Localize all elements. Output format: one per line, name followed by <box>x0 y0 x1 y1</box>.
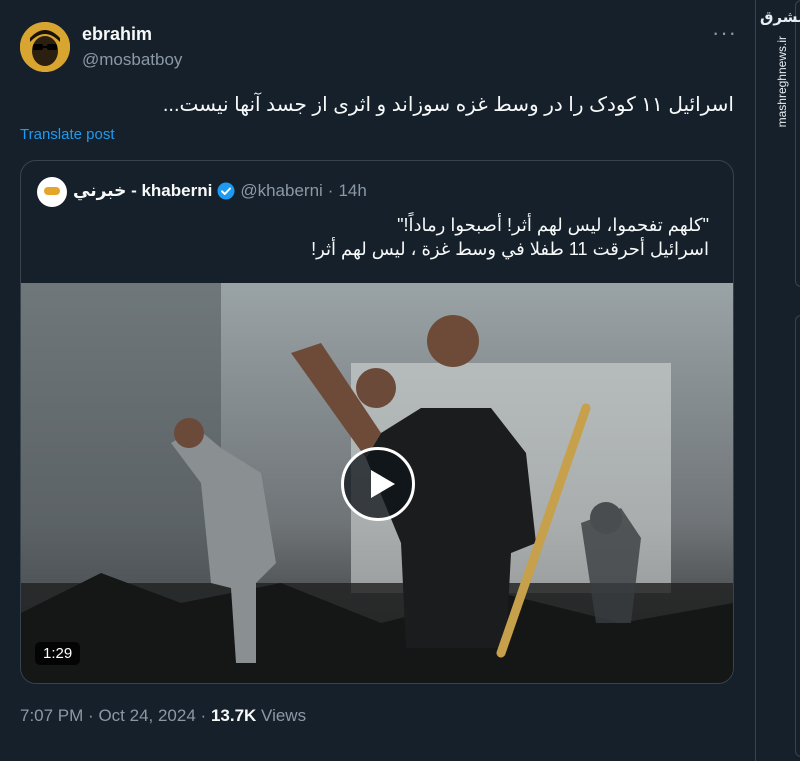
separator-dot: · <box>327 181 334 200</box>
timestamp-line: 7:07 PM · Oct 24, 2024 · 13.7K Views <box>20 706 306 726</box>
views-count[interactable]: 13.7K <box>211 706 256 725</box>
post-date[interactable]: Oct 24, 2024 <box>98 706 195 725</box>
post-time[interactable]: 7:07 PM <box>20 706 83 725</box>
sidebar-card <box>795 0 800 287</box>
quoted-display-name[interactable]: خبرني - khaberni <box>73 181 212 201</box>
video-player[interactable]: 1:29 <box>21 283 733 683</box>
display-name[interactable]: ebrahim <box>82 24 152 45</box>
avatar-image <box>20 22 70 72</box>
quoted-avatar[interactable] <box>37 177 67 207</box>
views-label: Views <box>261 706 307 725</box>
avatar[interactable] <box>20 22 70 72</box>
video-duration: 1:29 <box>35 642 81 665</box>
tweet-text: اسرائیل ۱۱ کودک را در وسط غزه سوزاند و ا… <box>162 94 734 116</box>
sidebar-card <box>795 315 800 757</box>
separator-dot: · <box>200 706 207 725</box>
user-handle[interactable]: @mosbatboy <box>82 50 182 70</box>
quoted-text: "كلهم تفحموا، ليس لهم أثر! أصبحوا رماداً… <box>49 213 709 261</box>
separator-dot: · <box>88 706 94 725</box>
more-dots-icon[interactable]: ··· <box>712 20 737 46</box>
play-icon <box>371 470 395 498</box>
watermark-site: mashreghnews.ir <box>775 36 789 128</box>
watermark-logo: مشرق <box>760 9 800 26</box>
verified-badge-icon <box>217 182 235 200</box>
play-button[interactable] <box>341 447 415 521</box>
quoted-text-line1: "كلهم تفحموا، ليس لهم أثر! أصبحوا رماداً… <box>397 215 709 235</box>
translate-post-link[interactable]: Translate post <box>20 126 115 143</box>
quoted-header: خبرني - khaberni @khaberni · 14h <box>73 181 367 201</box>
quoted-text-line2: اسرائيل أحرقت 11 طفلا في وسط غزة ، ليس ل… <box>311 239 709 259</box>
quoted-handle[interactable]: @khaberni <box>240 181 322 201</box>
quoted-time[interactable]: 14h <box>338 181 366 201</box>
tweet: ebrahim @mosbatboy ··· اسرائیل ۱۱ کودک ر… <box>0 0 756 761</box>
quoted-post[interactable]: خبرني - khaberni @khaberni · 14h "كلهم ت… <box>20 160 734 684</box>
